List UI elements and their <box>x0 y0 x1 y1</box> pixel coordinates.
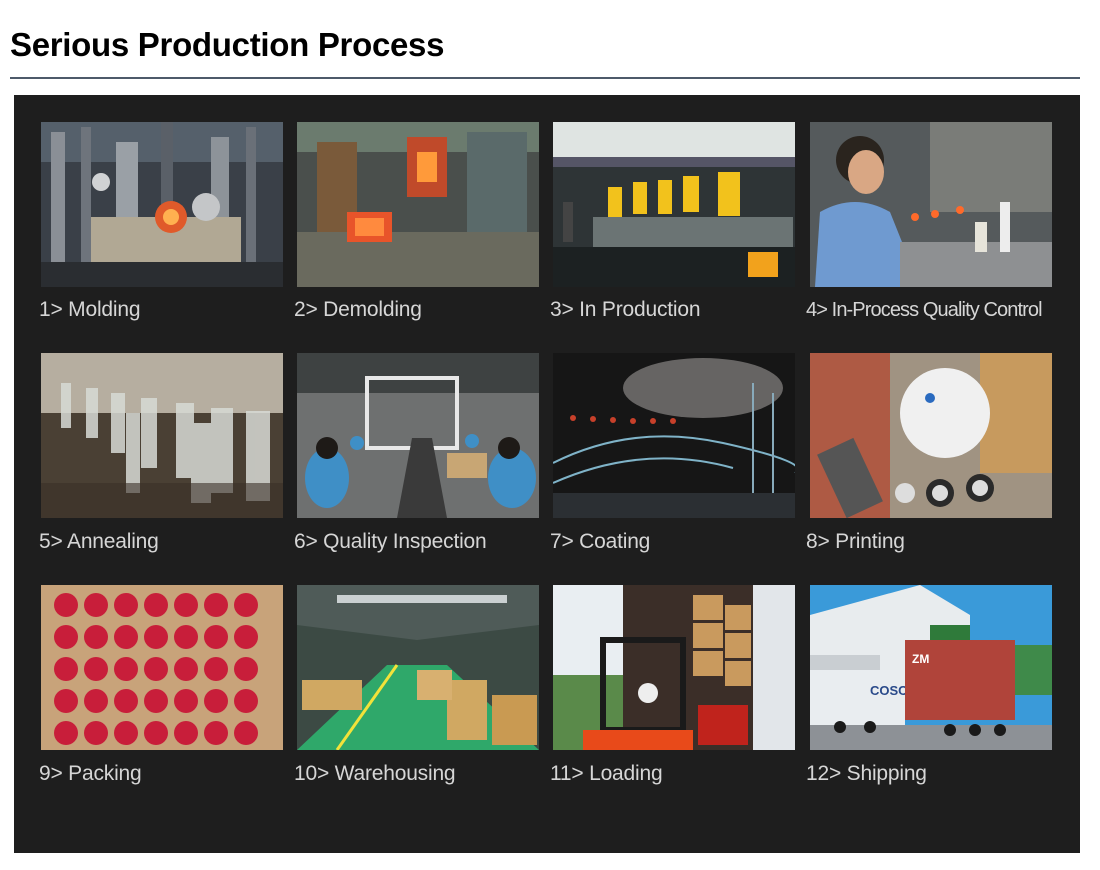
step-4-label: 4> In-Process Quality Control <box>806 299 1043 321</box>
warehouse-photo <box>297 585 539 750</box>
step-5-image <box>41 353 283 518</box>
step-12-image: COSC ZM <box>810 585 1052 750</box>
printing-machine-photo <box>810 353 1052 518</box>
step-2-label: 2> Demolding <box>294 298 422 321</box>
production-line-photo <box>553 122 795 287</box>
step-11-label: 11> Loading <box>550 762 663 785</box>
step-6-label: 6> Quality Inspection <box>294 530 487 553</box>
quality-control-worker-photo <box>810 122 1052 287</box>
step-10-image <box>297 585 539 750</box>
step-8-image <box>810 353 1052 518</box>
step-2-image <box>297 122 539 287</box>
container-brand-text: COSC <box>870 683 908 698</box>
container-trucks-photo: COSC ZM <box>810 585 1052 750</box>
step-4-image <box>810 122 1052 287</box>
process-gallery: 1> Molding 2> Demolding 3> In Production… <box>14 95 1080 853</box>
step-9-label: 9> Packing <box>39 762 142 785</box>
step-7-label: 7> Coating <box>550 530 651 553</box>
packed-bottles-box-photo <box>41 585 283 750</box>
step-10-label: 10> Warehousing <box>294 762 456 785</box>
step-3-image <box>553 122 795 287</box>
inspection-line-photo <box>297 353 539 518</box>
step-6-image <box>297 353 539 518</box>
forklift-loading-photo <box>553 585 795 750</box>
step-8-label: 8> Printing <box>806 530 905 553</box>
title-divider <box>10 77 1080 79</box>
page-title: Serious Production Process <box>10 26 445 63</box>
step-7-image <box>553 353 795 518</box>
step-12-label: 12> Shipping <box>806 762 927 785</box>
step-11-image <box>553 585 795 750</box>
demolding-photo <box>297 122 539 287</box>
step-1-label: 1> Molding <box>39 298 141 321</box>
coating-photo <box>553 353 795 518</box>
container-mark-text: ZM <box>912 652 929 666</box>
step-3-label: 3> In Production <box>550 298 701 321</box>
step-5-label: 5> Annealing <box>39 530 159 553</box>
annealing-bottles-photo <box>41 353 283 518</box>
step-9-image <box>41 585 283 750</box>
molding-machine-photo <box>41 122 283 287</box>
step-1-image <box>41 122 283 287</box>
